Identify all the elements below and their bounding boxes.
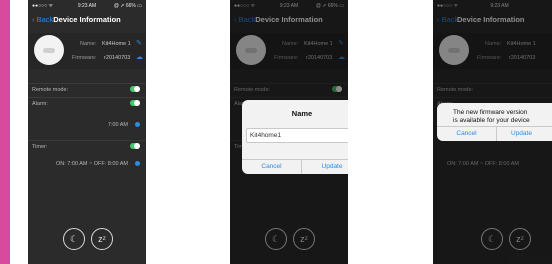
cloud-update-icon[interactable]: ☁ (136, 54, 143, 61)
timer-value-row: ON: 7:00 AM ~ OFF: 8:00 AM (28, 158, 146, 170)
page-title: Device Information (53, 15, 121, 24)
remote-mode-label: Remote mode: (32, 87, 69, 93)
alarm-label: Alarm: (32, 101, 48, 107)
timer-row: Timer: (28, 140, 146, 153)
screen-device-info: ●●○○○ ᯤ 9:23 AM @ ➚ 66% ▭ ‹ Back Device … (28, 0, 146, 264)
alarm-time-row: 7:00 AM (28, 119, 146, 131)
alarm-row: Alarm: (28, 97, 146, 110)
alarm-toggle[interactable] (130, 100, 140, 106)
remote-mode-toggle[interactable] (130, 86, 140, 92)
firmware-message: The new firmware version is available fo… (453, 109, 530, 125)
bottom-controls: ☾ zᶻ (28, 228, 146, 252)
dialog-title: Name (291, 109, 313, 118)
timer-label: Timer: (32, 144, 48, 150)
nav-bar: ‹ Back Device Information (28, 13, 146, 27)
device-header: Name: Kit4Home 1 ✎ Firmware: r20140703 ☁ (28, 33, 146, 69)
name-input[interactable]: Kit4home1 (246, 128, 348, 143)
alarm-time: 7:00 AM (107, 122, 128, 128)
update-button[interactable]: Update (497, 127, 552, 141)
cancel-button[interactable]: Cancel (242, 160, 302, 174)
remote-mode-row: Remote mode: (28, 83, 146, 96)
screen-rename-device: ●●○○○ ᯤ 9:23 AM @ ➚ 66% ▭ ‹ Back Device … (230, 0, 348, 264)
firmware-label: Firmware: (72, 55, 97, 61)
battery-indicator: @ ➚ 66% ▭ (113, 3, 142, 9)
name-label: Name: (80, 41, 97, 47)
dialog-buttons: Cancel Update (242, 159, 348, 174)
update-button[interactable]: Update (302, 160, 348, 174)
rename-dialog: Name Kit4home1 Cancel Update (242, 100, 348, 174)
dialog-buttons: Cancel Update (437, 126, 552, 141)
alarm-clock-icon[interactable] (135, 122, 140, 127)
device-image (34, 35, 64, 65)
firmware-message-line1: The new firmware version (453, 109, 528, 116)
cancel-button[interactable]: Cancel (437, 127, 497, 141)
pink-edge-bar (0, 0, 10, 264)
timer-icon[interactable] (135, 161, 140, 166)
name-value: Kit4Home 1 (102, 41, 131, 47)
firmware-message-line2: is available for your device (453, 117, 530, 124)
screen-firmware-update: ●●○○○ ᯤ 9:23 AM ‹ Back Device Informatio… (433, 0, 552, 264)
timer-value: ON: 7:00 AM ~ OFF: 8:00 AM (56, 161, 128, 167)
moon-icon[interactable]: ☾ (63, 228, 85, 250)
zz-icon[interactable]: zᶻ (91, 228, 113, 250)
timer-toggle[interactable] (130, 143, 140, 149)
firmware-dialog: The new firmware version is available fo… (437, 103, 552, 141)
firmware-value: r20140703 (104, 55, 131, 61)
pencil-icon[interactable]: ✎ (136, 40, 142, 47)
status-bar: ●●○○○ ᯤ 9:23 AM @ ➚ 66% ▭ (32, 3, 142, 11)
